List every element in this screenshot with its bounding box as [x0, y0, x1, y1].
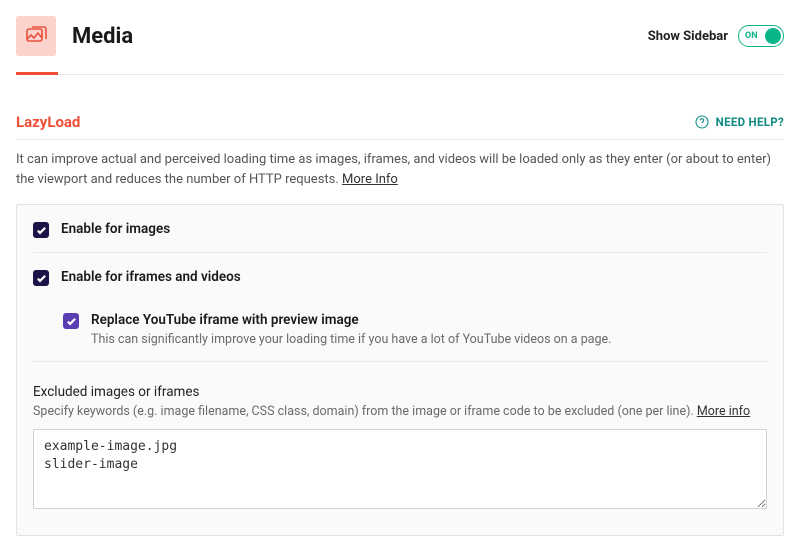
page-title: Media [72, 24, 133, 49]
label-enable-images: Enable for images [61, 221, 170, 237]
tab-accent [16, 72, 58, 75]
section-more-info-link[interactable]: More Info [342, 172, 398, 187]
help-icon [694, 114, 710, 130]
need-help-text: NEED HELP? [716, 115, 784, 129]
option-youtube-preview: Replace YouTube iframe with preview imag… [33, 298, 611, 347]
check-icon [66, 316, 77, 327]
label-enable-iframes: Enable for iframes and videos [61, 269, 241, 285]
header-right: Show Sidebar ON [648, 25, 784, 47]
media-icon [16, 16, 56, 56]
show-sidebar-label: Show Sidebar [648, 29, 728, 44]
label-youtube-preview: Replace YouTube iframe with preview imag… [91, 312, 611, 328]
need-help-link[interactable]: NEED HELP? [694, 114, 784, 130]
section-description: It can improve actual and perceived load… [16, 140, 784, 204]
header-left: Media [16, 16, 133, 56]
toggle-knob [765, 28, 781, 44]
excluded-title: Excluded images or iframes [33, 384, 767, 400]
show-sidebar-toggle[interactable]: ON [738, 25, 784, 47]
excluded-more-info-link[interactable]: More info [697, 404, 750, 419]
option-enable-images: Enable for images [33, 205, 767, 253]
checkbox-enable-iframes[interactable] [33, 270, 49, 286]
section-title: LazyLoad [16, 113, 80, 131]
section-header: LazyLoad NEED HELP? [16, 75, 784, 140]
toggle-on-text: ON [745, 31, 758, 41]
options-panel: Enable for images Enable for iframes and… [16, 204, 784, 536]
checkbox-enable-images[interactable] [33, 222, 49, 238]
check-icon [36, 273, 47, 284]
option-enable-iframes: Enable for iframes and videos Replace Yo… [33, 253, 767, 362]
excluded-textarea[interactable] [33, 429, 767, 509]
checkbox-youtube-preview[interactable] [63, 313, 79, 329]
page-header: Media Show Sidebar ON [16, 16, 784, 75]
check-icon [36, 225, 47, 236]
excluded-description: Specify keywords (e.g. image filename, C… [33, 404, 767, 419]
sub-youtube-preview: This can significantly improve your load… [91, 332, 611, 347]
excluded-block: Excluded images or iframes Specify keywo… [33, 362, 767, 513]
excluded-description-text: Specify keywords (e.g. image filename, C… [33, 404, 697, 419]
